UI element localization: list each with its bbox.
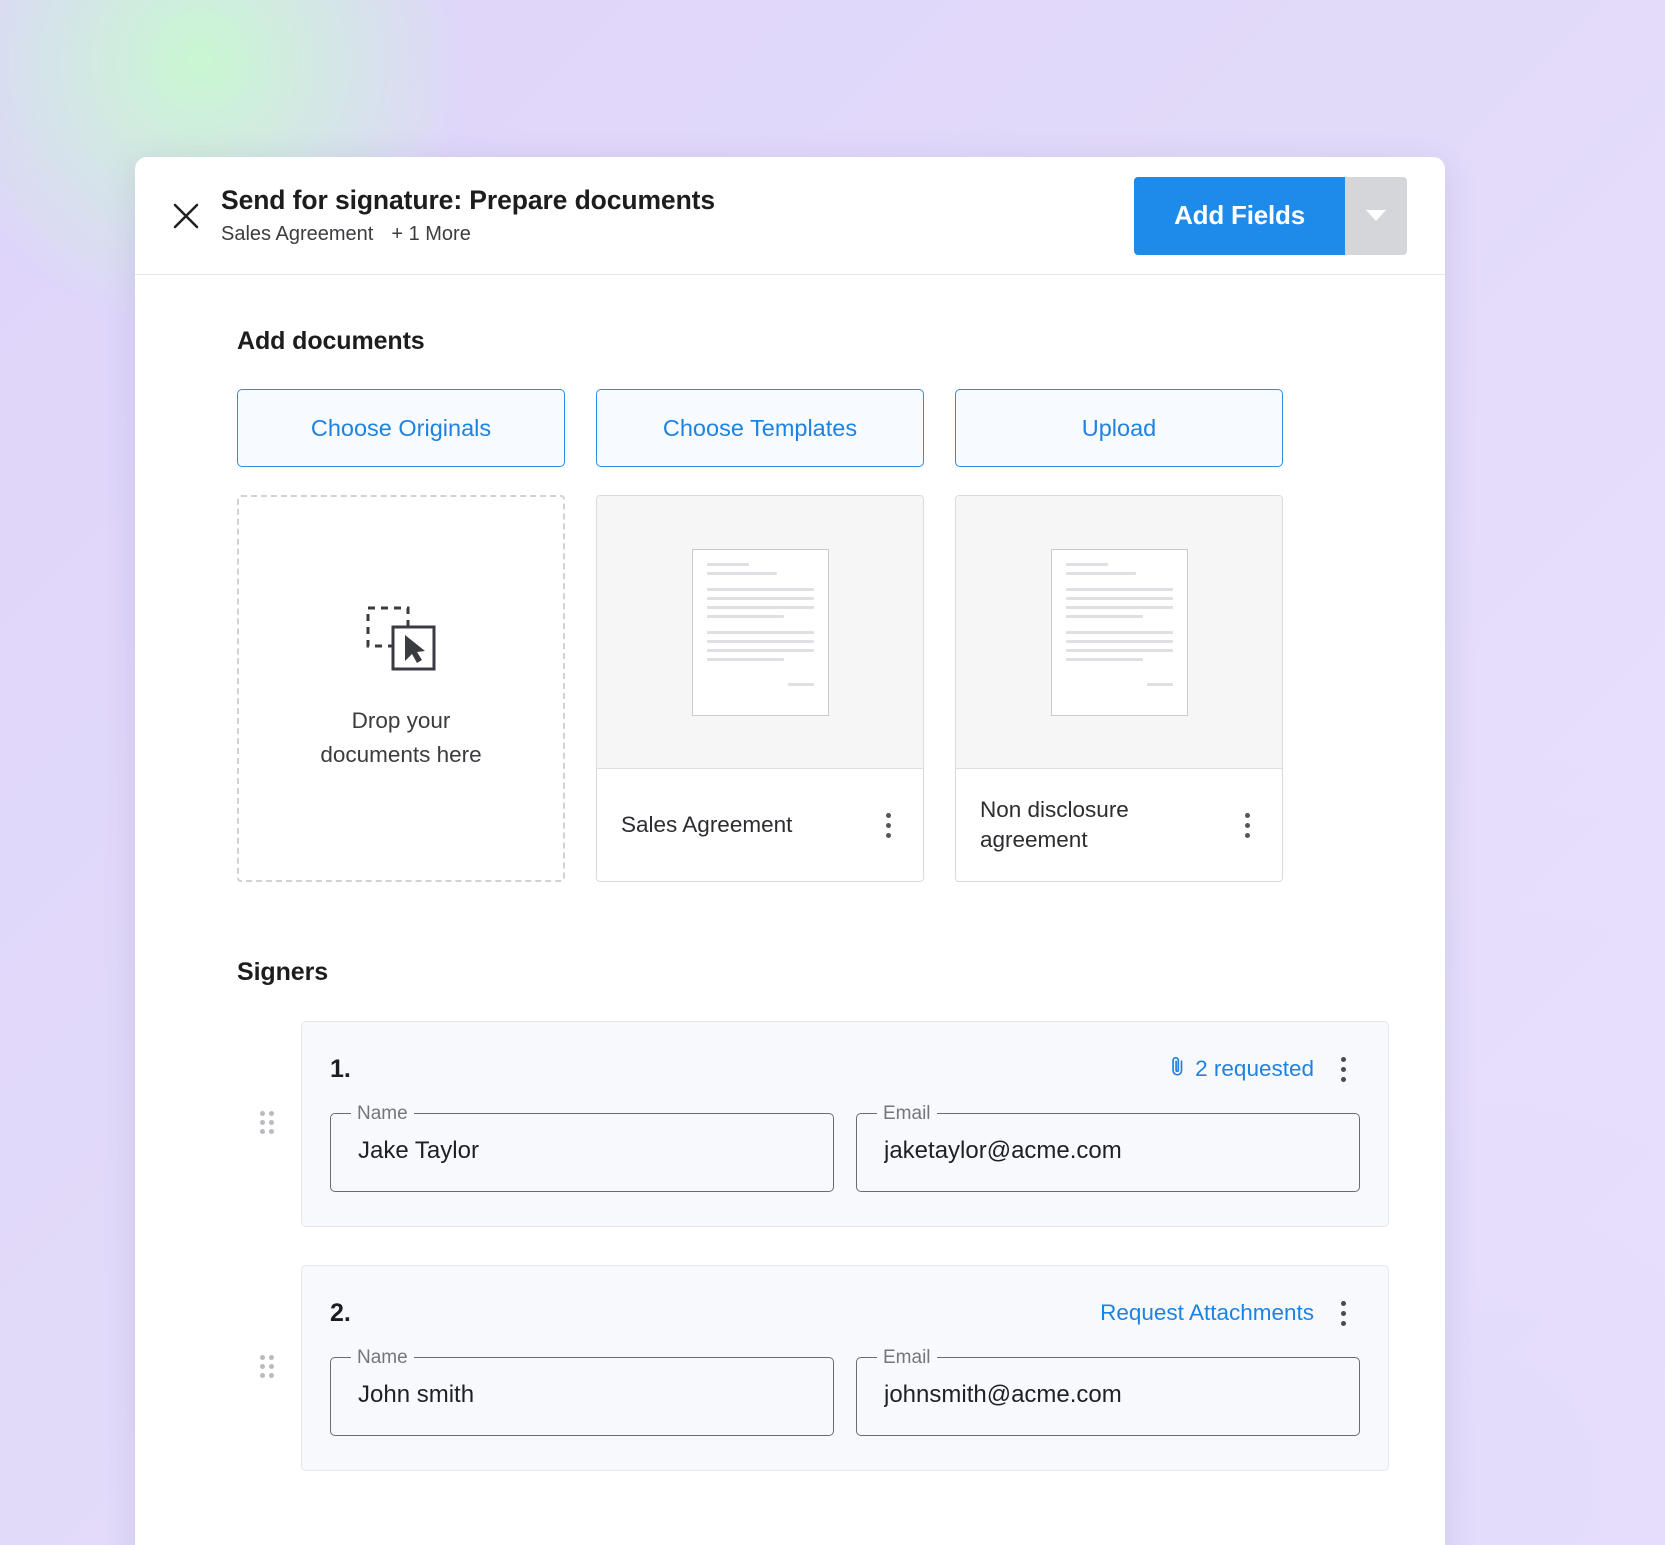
signers-list: 1. 2 requested Name Jake Taylor Email ja… <box>237 1021 1389 1471</box>
signer-spacer <box>237 1227 1389 1265</box>
paperclip-icon <box>1169 1055 1186 1083</box>
document-name: Sales Agreement <box>621 811 793 837</box>
document-source-buttons: Choose Originals Choose Templates Upload <box>237 389 1389 467</box>
signer-fields: Name Email <box>330 1348 1360 1436</box>
chevron-down-icon[interactable] <box>1345 176 1407 255</box>
signer-index: 2. <box>330 1298 351 1327</box>
drag-handle-icon[interactable] <box>237 1338 301 1398</box>
header-subtitle: Sales Agreement + 1 More <box>221 222 1134 246</box>
page-preview-icon <box>1050 548 1188 716</box>
document-card[interactable]: Non disclosure agreement <box>955 495 1283 882</box>
signer-card: 1. 2 requested Name Jake Taylor Email ja… <box>301 1021 1389 1227</box>
dropzone-line-2: documents here <box>320 742 482 767</box>
send-for-signature-modal: Send for signature: Prepare documents Sa… <box>135 157 1445 1545</box>
signer-email-field: Email <box>856 1348 1360 1436</box>
attachments-link[interactable]: 2 requested <box>1169 1055 1314 1083</box>
document-thumbnail <box>956 496 1282 769</box>
signer-card: 2. Request Attachments Name John smith E… <box>301 1265 1389 1471</box>
upload-button[interactable]: Upload <box>955 389 1283 467</box>
drag-handle-icon[interactable] <box>237 1094 301 1154</box>
header-document-name: Sales Agreement <box>221 223 374 246</box>
signer-card-header: 2. Request Attachments <box>330 1292 1360 1334</box>
close-icon[interactable] <box>163 193 209 239</box>
signer-index: 1. <box>330 1054 351 1083</box>
kebab-menu-icon[interactable] <box>1326 1290 1360 1336</box>
signers-title: Signers <box>237 958 328 986</box>
document-dropzone[interactable]: Drop your documents here <box>237 495 565 882</box>
kebab-menu-icon[interactable] <box>1230 802 1264 848</box>
signer-name-input[interactable] <box>330 1348 834 1436</box>
signer-row: 2. Request Attachments Name John smith E… <box>237 1265 1389 1471</box>
add-documents-title: Add documents <box>237 327 425 355</box>
dropzone-line-1: Drop your <box>351 708 451 734</box>
documents-row: Drop your documents here Sales Agreement… <box>237 495 1389 882</box>
drag-drop-cursor-icon <box>365 605 437 678</box>
document-thumbnail <box>597 496 923 769</box>
signer-actions: Request Attachments <box>1100 1290 1360 1336</box>
request-attachments-label: Request Attachments <box>1100 1300 1314 1325</box>
signer-email-input[interactable] <box>856 1348 1360 1436</box>
page-preview-icon <box>691 548 829 716</box>
signer-card-header: 1. 2 requested <box>330 1048 1360 1090</box>
signer-email-field: Email <box>856 1104 1360 1192</box>
page-title: Send for signature: Prepare documents <box>221 184 716 215</box>
header-more-count[interactable]: + 1 More <box>391 222 470 246</box>
signer-name-input[interactable] <box>330 1104 834 1192</box>
modal-header: Send for signature: Prepare documents Sa… <box>135 157 1445 275</box>
add-fields-button[interactable]: Add Fields <box>1134 176 1345 255</box>
add-fields-split-button: Add Fields <box>1134 176 1407 255</box>
signer-email-input[interactable] <box>856 1104 1360 1192</box>
document-name: Non disclosure agreement <box>980 796 1129 852</box>
signer-name-field: Name <box>330 1104 834 1192</box>
request-attachments-link[interactable]: Request Attachments <box>1100 1300 1314 1326</box>
kebab-menu-icon[interactable] <box>1326 1046 1360 1092</box>
attachments-link-label: 2 requested <box>1195 1056 1314 1081</box>
signer-fields: Name Email <box>330 1104 1360 1192</box>
signer-actions: 2 requested <box>1169 1046 1360 1092</box>
dropzone-label: Drop your documents here <box>320 704 481 772</box>
document-card[interactable]: Sales Agreement <box>596 495 924 882</box>
header-text-block: Send for signature: Prepare documents Sa… <box>221 185 1134 247</box>
choose-originals-button[interactable]: Choose Originals <box>237 389 565 467</box>
document-card-footer: Non disclosure agreement <box>956 769 1282 881</box>
signer-name-field: Name <box>330 1348 834 1436</box>
choose-templates-button[interactable]: Choose Templates <box>596 389 924 467</box>
document-card-footer: Sales Agreement <box>597 769 923 881</box>
caret-triangle <box>1366 210 1386 221</box>
modal-body: Add documents Choose Originals Choose Te… <box>135 275 1445 1471</box>
kebab-menu-icon[interactable] <box>871 802 905 848</box>
signer-row: 1. 2 requested Name Jake Taylor Email ja… <box>237 1021 1389 1227</box>
